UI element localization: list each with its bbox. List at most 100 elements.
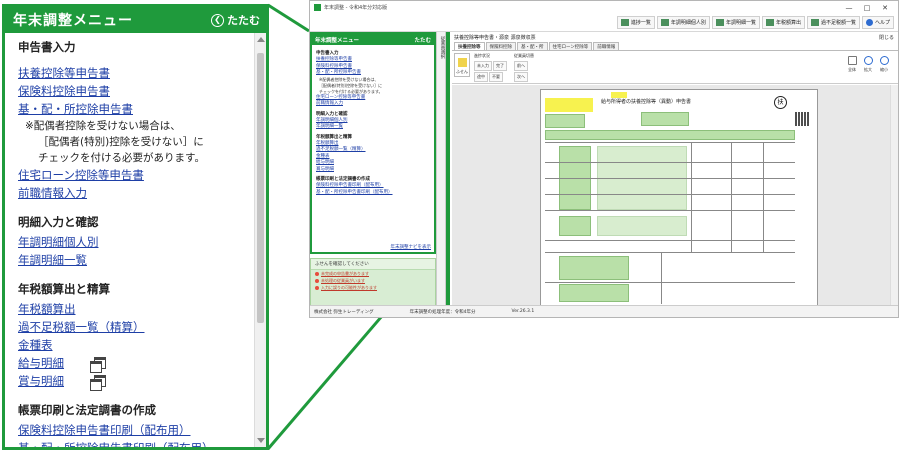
notice-item[interactable]: 入力に誤りの可能性があります xyxy=(311,284,435,291)
side-section-heading: 年税額算出と精算 xyxy=(316,134,352,140)
form-rule xyxy=(545,162,795,163)
menu-link[interactable]: 基・配・所控除申告書印刷（配布用） xyxy=(18,439,254,447)
status-complete-button[interactable]: 完了 xyxy=(493,61,507,71)
form-rule xyxy=(731,142,732,252)
employee-select-tab[interactable]: 従業員選択 xyxy=(437,36,445,59)
menu-link[interactable]: 扶養控除等申告書 xyxy=(18,64,254,82)
menu-link[interactable]: 年調明細一覧 xyxy=(18,251,254,269)
form-rule xyxy=(763,142,764,252)
highlight-field[interactable] xyxy=(545,98,593,112)
side-menu-link[interactable]: 基・配・所控除申告書印刷（配布用） xyxy=(316,190,430,197)
form-rule xyxy=(545,240,795,241)
sticky-note-button[interactable]: ふせん xyxy=(454,53,470,77)
side-panel: 年末調整メニュー たたむ 申告書入力 扶養控除等申告書 保険料控除申告書 基・配・所控… xyxy=(310,32,436,307)
form-rule xyxy=(661,252,662,304)
form-field[interactable] xyxy=(559,284,629,302)
document-title: 扶養控除等申告書・源泉 源泉徴収票 xyxy=(454,34,536,41)
table-icon xyxy=(715,19,724,26)
tab-housing-loan[interactable]: 住宅ローン控除等 xyxy=(548,42,593,50)
scroll-up-arrow-icon[interactable] xyxy=(257,37,265,42)
prev-employee-button[interactable]: 前へ xyxy=(514,61,528,71)
form-canvas[interactable]: 給与所得者の扶養控除等（異動）申告書 扶 xyxy=(452,85,890,307)
menu-link-label: 賞与明細 xyxy=(18,374,64,388)
open-window-icon[interactable] xyxy=(90,357,106,373)
tab-previous-job[interactable]: 前職情報 xyxy=(593,42,620,50)
tab-basic-spouse[interactable]: 基・配・所 xyxy=(517,42,548,50)
fit-page-icon xyxy=(847,56,857,65)
document-close-button[interactable]: 閉じる xyxy=(879,34,894,41)
employee-switch-group: 従業員切替 前へ 次へ xyxy=(514,53,534,83)
status-unneeded-button[interactable]: 不要 xyxy=(489,72,503,82)
side-collapse-button[interactable]: たたむ xyxy=(414,36,431,44)
status-in-progress-button[interactable]: 途中 xyxy=(474,72,488,82)
side-menu-link[interactable]: 前職情報入力 xyxy=(316,101,430,108)
excess-shortage-button[interactable]: 過不足税額一覧 xyxy=(806,16,860,29)
menu-zoom-panel: 年末調整メニュー ❮ たたむ 申告書入力 扶養控除等申告書 保険料控除申告書 基・配・… xyxy=(2,4,269,450)
employee-switch-label: 従業員切替 xyxy=(514,53,534,58)
notice-item-label: 未処理の従業員がいます xyxy=(321,278,365,283)
splitter-bar[interactable] xyxy=(446,32,450,307)
side-section-heading: 帳票印刷と法定調書の作成 xyxy=(316,177,370,182)
form-field[interactable] xyxy=(545,130,795,140)
notice-item[interactable]: 未処理の従業員がいます xyxy=(311,277,435,284)
minimize-button[interactable]: — xyxy=(840,4,858,12)
form-field[interactable] xyxy=(559,216,591,236)
tab-dependents[interactable]: 扶養控除等 xyxy=(454,42,485,50)
menu-link[interactable]: 賞与明細 xyxy=(18,372,254,391)
help-icon xyxy=(865,19,873,26)
company-name: 株式会社 弥生トレーディング xyxy=(314,309,374,315)
statusbar: 株式会社 弥生トレーディング 年末調整の処理年度：令和4年分 Ver.26.3.… xyxy=(310,305,898,317)
toolbar-label: 年税額算出 xyxy=(775,20,801,26)
menu-link[interactable]: 住宅ローン控除等申告書 xyxy=(18,166,254,184)
zoom-out-button[interactable]: 縮小 xyxy=(876,56,892,73)
menu-link[interactable]: 給与明細 xyxy=(18,354,254,373)
toolbar-label: 進捗一覧 xyxy=(630,20,651,26)
show-navi-link[interactable]: 年末調整ナビを表示 xyxy=(391,244,432,250)
close-button[interactable]: ✕ xyxy=(876,4,894,12)
tab-insurance[interactable]: 保険料控除 xyxy=(485,42,516,50)
side-menu-link[interactable]: 年調明細一覧 xyxy=(316,124,430,131)
menu-link[interactable]: 過不足税額一覧（精算） xyxy=(18,318,254,336)
menu-link[interactable]: 年税額算出 xyxy=(18,300,254,318)
menu-scrollbar[interactable] xyxy=(254,33,266,447)
menu-note: ※配偶者控除を受けない場合は、 xyxy=(25,120,181,132)
tax-form-sheet[interactable]: 給与所得者の扶養控除等（異動）申告書 扶 xyxy=(540,89,818,307)
menu-link[interactable]: 前職情報入力 xyxy=(18,184,254,202)
menu-link[interactable]: 金種表 xyxy=(18,336,254,354)
form-field[interactable] xyxy=(545,114,585,128)
side-menu-link[interactable]: 賞与明細 xyxy=(316,167,430,174)
detail-list-button[interactable]: 年調明細一覧 xyxy=(711,16,760,29)
menu-link[interactable]: 年調明細個人別 xyxy=(18,233,254,251)
document-scrollbar[interactable] xyxy=(890,85,898,307)
progress-list-button[interactable]: 進捗一覧 xyxy=(616,16,655,29)
menu-note: チェックを付ける必要があります。 xyxy=(38,152,205,164)
maximize-button[interactable]: □ xyxy=(858,4,876,12)
menu-link[interactable]: 保険料控除申告書 xyxy=(18,82,254,100)
form-rule xyxy=(545,178,795,179)
side-section-heading: 明細入力と確認 xyxy=(316,111,348,117)
side-menu-header: 年末調整メニュー たたむ xyxy=(312,34,434,45)
form-field[interactable] xyxy=(641,112,689,126)
form-field[interactable] xyxy=(559,256,629,280)
tax-calc-button[interactable]: 年税額算出 xyxy=(761,16,805,29)
menu-link[interactable]: 保険料控除申告書印刷（配布用） xyxy=(18,421,254,439)
menu-link[interactable]: 基・配・所控除申告書 xyxy=(18,100,254,118)
fit-page-button[interactable]: 全体 xyxy=(844,56,860,73)
status-not-entered-button[interactable]: 未入力 xyxy=(474,61,492,71)
employee-select-strip[interactable]: 従業員選択 xyxy=(436,32,446,307)
app-logo-icon xyxy=(314,4,321,11)
scroll-down-arrow-icon[interactable] xyxy=(257,438,265,443)
next-employee-button[interactable]: 次へ xyxy=(514,72,528,82)
help-button[interactable]: ヘルプ xyxy=(861,16,894,29)
menu-link-label: 住宅ローン控除等申告書 xyxy=(18,168,144,182)
form-rule xyxy=(545,142,795,143)
balance-icon xyxy=(810,19,819,26)
individual-detail-button[interactable]: 年調明細個人別 xyxy=(656,16,710,29)
form-field[interactable] xyxy=(597,216,687,236)
notice-item[interactable]: 未完成の申告書があります xyxy=(311,270,435,277)
scroll-thumb[interactable] xyxy=(257,53,264,323)
open-window-icon[interactable] xyxy=(90,375,106,391)
collapse-button[interactable]: ❮ たたむ xyxy=(211,12,260,28)
zoom-in-button[interactable]: 拡大 xyxy=(860,56,876,73)
document-title-row: 扶養控除等申告書・源泉 源泉徴収票 閉じる xyxy=(452,32,898,42)
